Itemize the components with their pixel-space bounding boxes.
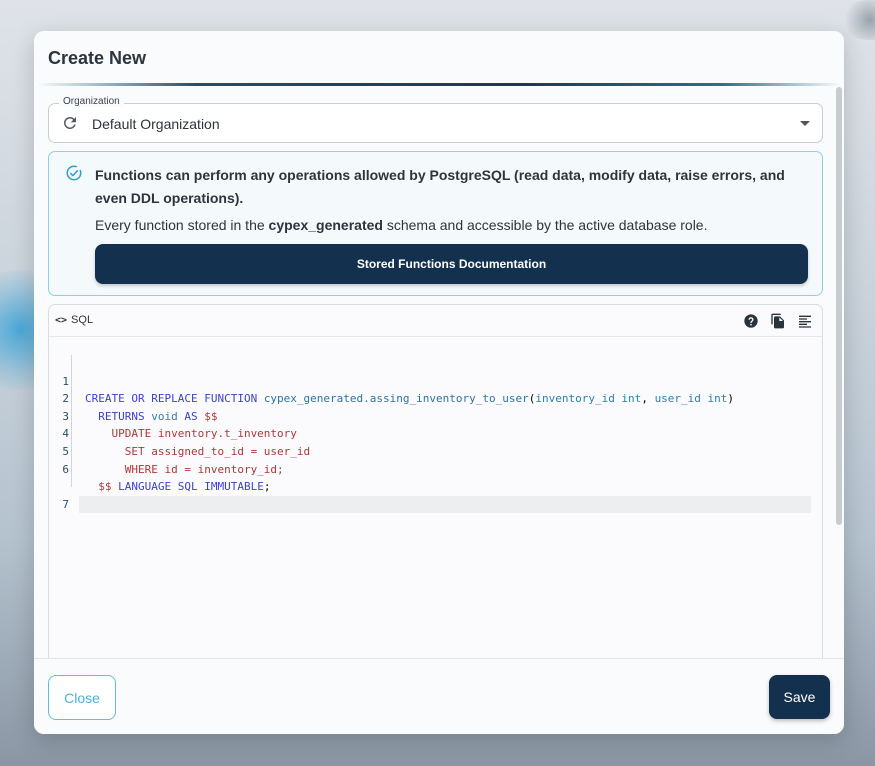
copy-icon[interactable] <box>770 313 786 329</box>
check-circle-icon <box>65 164 83 182</box>
close-button[interactable]: Close <box>48 675 116 720</box>
dialog-header: Create New <box>34 31 844 86</box>
editor-toolbar: <> SQL <box>49 305 822 337</box>
code-line: 1 CREATE OR REPLACE FUNCTION cypex_gener… <box>49 355 819 406</box>
code-line-active[interactable]: 7 <box>49 461 819 514</box>
refresh-icon[interactable] <box>61 114 79 132</box>
save-button[interactable]: Save <box>769 675 830 719</box>
info-alert: Functions can perform any operations all… <box>48 151 823 296</box>
organization-value: Default Organization <box>92 116 220 132</box>
code-line: 3 UPDATE inventory.t_inventory <box>49 390 819 441</box>
info-sub-text: Every function stored in the cypex_gener… <box>95 217 708 233</box>
scrollbar[interactable] <box>836 87 842 525</box>
code-line: 5 WHERE id = inventory_id; <box>49 425 819 476</box>
stored-functions-documentation-button[interactable]: Stored Functions Documentation <box>95 244 808 284</box>
format-align-icon[interactable] <box>797 313 813 329</box>
create-new-dialog: Create New Organization Default Organiza… <box>34 31 844 734</box>
header-accent-bar <box>34 83 844 86</box>
sql-editor[interactable]: <> SQL 1 CREATE OR REPLACE FUNCTION cype… <box>48 304 823 658</box>
editor-mode: <> SQL <box>55 314 93 326</box>
code-line: 4 SET assigned_to_id = user_id <box>49 408 819 458</box>
background-blur <box>840 0 875 40</box>
code-area[interactable]: 1 CREATE OR REPLACE FUNCTION cypex_gener… <box>49 355 819 514</box>
code-icon: <> <box>55 314 68 326</box>
dialog-body[interactable]: Organization Default Organization Functi… <box>34 87 844 658</box>
organization-label: Organization <box>59 96 124 107</box>
dialog-title: Create New <box>48 48 147 68</box>
editor-mode-label: SQL <box>71 314 94 326</box>
help-circle-icon[interactable] <box>743 313 759 329</box>
chevron-down-icon[interactable] <box>800 121 810 126</box>
schema-name: cypex_generated <box>268 217 383 233</box>
line-number: 7 <box>62 497 69 511</box>
code-line: 6 $$ LANGUAGE SQL IMMUTABLE; <box>49 443 819 494</box>
active-line-highlight <box>79 495 811 514</box>
info-main-text: Functions can perform any operations all… <box>95 167 785 206</box>
organization-select[interactable]: Organization Default Organization <box>48 96 823 143</box>
code-line: 2 RETURNS void AS $$ <box>49 373 819 423</box>
dialog-footer: Close Save <box>34 658 844 734</box>
